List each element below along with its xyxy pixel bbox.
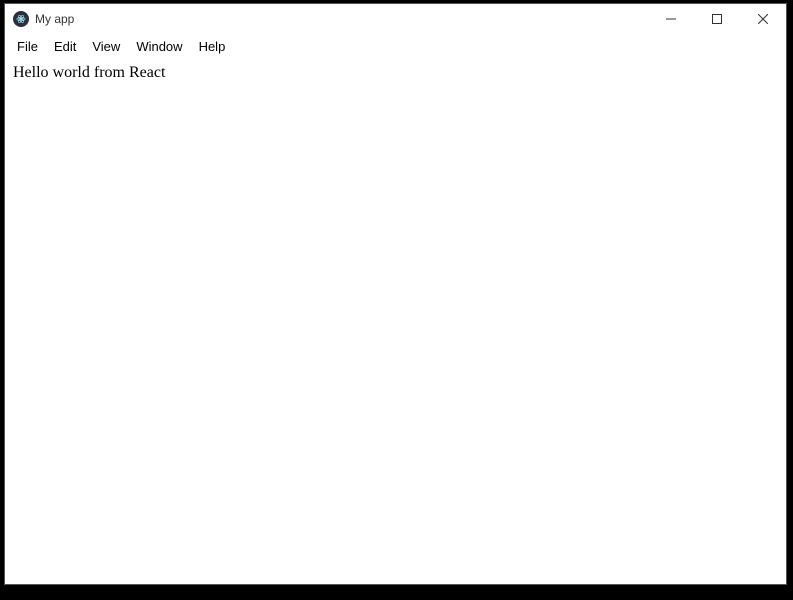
menu-help[interactable]: Help bbox=[191, 37, 234, 56]
app-window: My app File Edit View Window Help Hello … bbox=[4, 3, 787, 585]
window-controls bbox=[648, 4, 786, 34]
maximize-button[interactable] bbox=[694, 4, 740, 34]
titlebar[interactable]: My app bbox=[5, 4, 786, 34]
menu-file[interactable]: File bbox=[9, 37, 46, 56]
close-button[interactable] bbox=[740, 4, 786, 34]
menu-view[interactable]: View bbox=[84, 37, 128, 56]
app-icon bbox=[13, 11, 29, 27]
menu-edit[interactable]: Edit bbox=[46, 37, 84, 56]
window-title: My app bbox=[35, 12, 648, 26]
hello-text: Hello world from React bbox=[13, 64, 778, 82]
menubar: File Edit View Window Help bbox=[5, 34, 786, 58]
content-area: Hello world from React bbox=[5, 58, 786, 584]
menu-window[interactable]: Window bbox=[128, 37, 190, 56]
minimize-button[interactable] bbox=[648, 4, 694, 34]
